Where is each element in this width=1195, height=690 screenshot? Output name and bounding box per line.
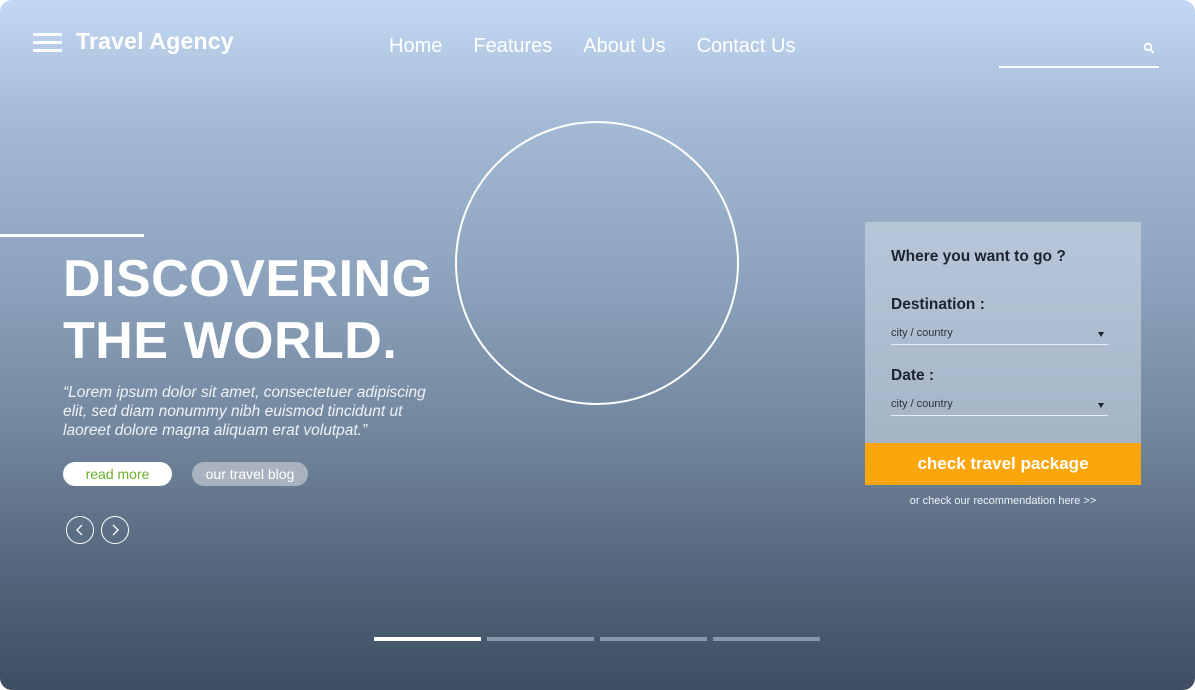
destination-select[interactable]: city / country — [891, 326, 1108, 345]
brand-logo[interactable]: Travel Agency — [76, 28, 234, 55]
hero-title-line-1: DISCOVERING — [63, 250, 433, 308]
nav-about-us[interactable]: About Us — [583, 35, 665, 58]
slide-indicator-3[interactable] — [600, 637, 707, 641]
hero-quote: “Lorem ipsum dolor sit amet, consectetue… — [63, 384, 426, 439]
chevron-left-icon — [76, 524, 83, 536]
nav-contact-us[interactable]: Contact Us — [697, 35, 796, 58]
slide-indicator-4[interactable] — [713, 637, 820, 641]
read-more-button[interactable]: read more — [63, 462, 172, 486]
caret-down-icon — [1098, 403, 1104, 408]
recommendation-link[interactable]: or check our recommendation here >> — [865, 495, 1141, 507]
hero-title-line-2: THE WORLD. — [63, 312, 398, 370]
accent-line — [0, 234, 144, 237]
previous-slide-button[interactable] — [66, 516, 94, 544]
date-value: city / country — [891, 398, 953, 410]
menu-icon[interactable] — [33, 33, 62, 53]
main-nav: Home Features About Us Contact Us — [389, 35, 796, 58]
slide-indicator-2[interactable] — [487, 637, 594, 641]
next-slide-button[interactable] — [101, 516, 129, 544]
slide-indicator-1[interactable] — [374, 637, 481, 641]
booking-panel: Where you want to go ? Destination : cit… — [865, 222, 1141, 444]
search-input[interactable] — [999, 38, 1138, 66]
booking-title: Where you want to go ? — [891, 248, 1066, 265]
caret-down-icon — [1098, 332, 1104, 337]
chevron-right-icon — [112, 524, 119, 536]
slide-pagination — [374, 637, 820, 641]
date-select[interactable]: city / country — [891, 397, 1108, 416]
hero-title: DISCOVERING THE WORLD. — [63, 248, 433, 372]
search-icon[interactable] — [1143, 42, 1155, 54]
hero-circle-outline — [455, 121, 739, 405]
travel-blog-button[interactable]: our travel blog — [192, 462, 308, 486]
check-travel-package-button[interactable]: check travel package — [865, 443, 1141, 485]
destination-value: city / country — [891, 327, 953, 339]
search-box — [999, 38, 1159, 68]
hero-page: Travel Agency Home Features About Us Con… — [0, 0, 1195, 690]
nav-features[interactable]: Features — [473, 35, 552, 58]
nav-home[interactable]: Home — [389, 35, 442, 58]
date-label: Date : — [891, 367, 935, 384]
destination-label: Destination : — [891, 296, 985, 313]
